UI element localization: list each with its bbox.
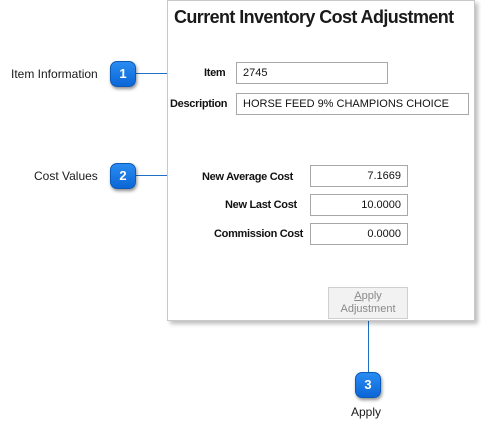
description-label: Description <box>170 98 228 110</box>
callout-label-item-information: Item Information <box>11 67 98 81</box>
commission-cost-label: Commission Cost <box>214 228 304 240</box>
apply-button-line2: Adjustment <box>340 303 396 315</box>
callout-label-apply: Apply <box>351 405 382 419</box>
commission-cost-field[interactable]: 0.0000 <box>310 223 408 245</box>
callout-label-cost-values: Cost Values <box>34 169 98 183</box>
cost-adjustment-dialog: Current Inventory Cost Adjustment Item 2… <box>167 0 475 321</box>
callout-badge-1: 1 <box>110 61 136 87</box>
item-label: Item <box>204 67 226 79</box>
screenshot-root: Item Information 1 Cost Values 2 3 Apply… <box>0 0 481 436</box>
apply-button-mnemonic: A <box>354 290 362 302</box>
new-average-cost-label: New Average Cost <box>202 171 293 183</box>
dialog-title: Current Inventory Cost Adjustment <box>174 7 454 27</box>
apply-button-line1-rest: pply <box>361 290 382 302</box>
apply-adjustment-button[interactable]: Apply Adjustment <box>328 287 408 319</box>
callout-leader-3 <box>368 318 369 373</box>
item-field[interactable]: 2745 <box>236 62 388 84</box>
apply-button-line1: Apply <box>329 290 407 303</box>
new-last-cost-label: New Last Cost <box>225 199 297 211</box>
callout-badge-3: 3 <box>355 372 381 398</box>
description-field[interactable]: HORSE FEED 9% CHAMPIONS CHOICE <box>236 93 469 115</box>
new-last-cost-field[interactable]: 10.0000 <box>310 194 408 216</box>
new-average-cost-field[interactable]: 7.1669 <box>310 165 408 187</box>
callout-badge-2: 2 <box>110 163 136 189</box>
